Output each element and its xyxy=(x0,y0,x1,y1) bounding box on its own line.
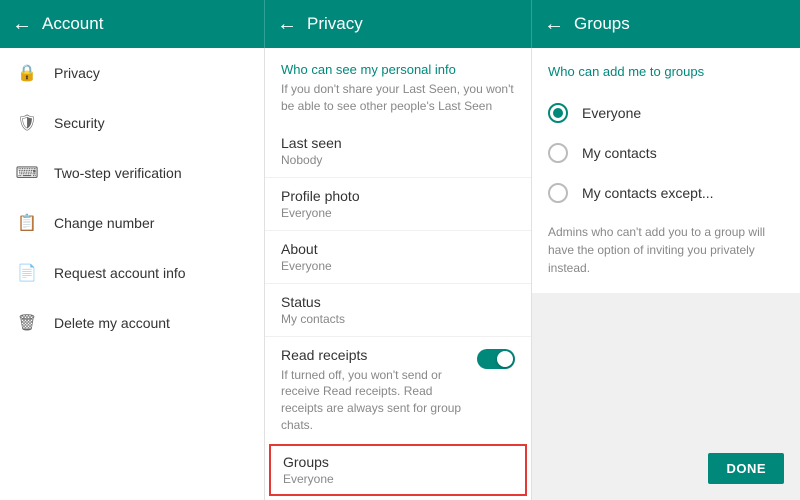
account-header-title: Account xyxy=(42,14,103,34)
account-item-security[interactable]: 🛡 Security xyxy=(0,98,264,148)
status-value: My contacts xyxy=(281,312,515,326)
groups-option-everyone[interactable]: Everyone xyxy=(548,93,784,133)
my-contacts-except-label: My contacts except... xyxy=(582,185,714,201)
privacy-back-button[interactable]: ← xyxy=(277,14,297,34)
privacy-label: Privacy xyxy=(54,65,100,81)
two-step-label: Two-step verification xyxy=(54,165,182,181)
account-back-button[interactable]: ← xyxy=(12,14,32,34)
security-label: Security xyxy=(54,115,105,131)
read-receipts-text: Read receipts If turned off, you won't s… xyxy=(281,347,467,434)
delete-icon: 🗑 xyxy=(16,312,38,334)
status-label: Status xyxy=(281,294,515,310)
everyone-radio[interactable] xyxy=(548,103,568,123)
read-receipts-desc: If turned off, you won't send or receive… xyxy=(281,367,467,434)
privacy-section-desc: If you don't share your Last Seen, you w… xyxy=(265,81,531,125)
privacy-header-title: Privacy xyxy=(307,14,363,34)
last-seen-value: Nobody xyxy=(281,153,515,167)
main-content: 🔒 Privacy 🛡 Security ⌨ Two-step verifica… xyxy=(0,48,800,500)
delete-label: Delete my account xyxy=(54,315,170,331)
account-item-delete[interactable]: 🗑 Delete my account xyxy=(0,298,264,348)
groups-back-button[interactable]: ← xyxy=(544,14,564,34)
request-info-icon: 📄 xyxy=(16,262,38,284)
privacy-item-status[interactable]: Status My contacts xyxy=(265,284,531,337)
groups-option-my-contacts-except[interactable]: My contacts except... xyxy=(548,173,784,213)
privacy-item-live-location[interactable]: Live location None xyxy=(265,496,531,500)
profile-photo-label: Profile photo xyxy=(281,188,515,204)
change-number-label: Change number xyxy=(54,215,154,231)
groups-label: Groups xyxy=(283,454,513,470)
privacy-header: ← Privacy xyxy=(265,0,532,48)
about-value: Everyone xyxy=(281,259,515,273)
profile-photo-value: Everyone xyxy=(281,206,515,220)
read-receipts-label: Read receipts xyxy=(281,347,467,363)
my-contacts-radio[interactable] xyxy=(548,143,568,163)
request-info-label: Request account info xyxy=(54,265,186,281)
account-panel: 🔒 Privacy 🛡 Security ⌨ Two-step verifica… xyxy=(0,48,265,500)
privacy-item-last-seen[interactable]: Last seen Nobody xyxy=(265,125,531,178)
groups-note: Admins who can't add you to a group will… xyxy=(548,223,784,277)
groups-option-my-contacts[interactable]: My contacts xyxy=(548,133,784,173)
groups-header-title: Groups xyxy=(574,14,630,34)
privacy-item-profile-photo[interactable]: Profile photo Everyone xyxy=(265,178,531,231)
groups-panel-wrapper: Who can add me to groups Everyone My con… xyxy=(532,48,800,500)
security-icon: 🛡 xyxy=(16,112,38,134)
groups-section-title: Who can add me to groups xyxy=(548,64,784,79)
read-receipts-toggle[interactable] xyxy=(477,349,515,369)
privacy-item-read-receipts[interactable]: Read receipts If turned off, you won't s… xyxy=(265,337,531,444)
account-item-two-step[interactable]: ⌨ Two-step verification xyxy=(0,148,264,198)
privacy-icon: 🔒 xyxy=(16,62,38,84)
my-contacts-except-radio[interactable] xyxy=(548,183,568,203)
privacy-item-about[interactable]: About Everyone xyxy=(265,231,531,284)
groups-header: ← Groups xyxy=(532,0,800,48)
header-bar: ← Account ← Privacy ← Groups xyxy=(0,0,800,48)
change-number-icon: 📋 xyxy=(16,212,38,234)
groups-panel: Who can add me to groups Everyone My con… xyxy=(532,48,800,293)
privacy-item-groups[interactable]: Groups Everyone xyxy=(269,444,527,496)
two-step-icon: ⌨ xyxy=(16,162,38,184)
groups-value: Everyone xyxy=(283,472,513,486)
privacy-section-title: Who can see my personal info xyxy=(265,48,531,81)
about-label: About xyxy=(281,241,515,257)
account-header: ← Account xyxy=(0,0,265,48)
done-button[interactable]: DONE xyxy=(708,453,784,484)
account-item-change-number[interactable]: 📋 Change number xyxy=(0,198,264,248)
last-seen-label: Last seen xyxy=(281,135,515,151)
privacy-panel: Who can see my personal info If you don'… xyxy=(265,48,532,500)
account-item-privacy[interactable]: 🔒 Privacy xyxy=(0,48,264,98)
my-contacts-label: My contacts xyxy=(582,145,657,161)
everyone-label: Everyone xyxy=(582,105,641,121)
account-item-request-info[interactable]: 📄 Request account info xyxy=(0,248,264,298)
